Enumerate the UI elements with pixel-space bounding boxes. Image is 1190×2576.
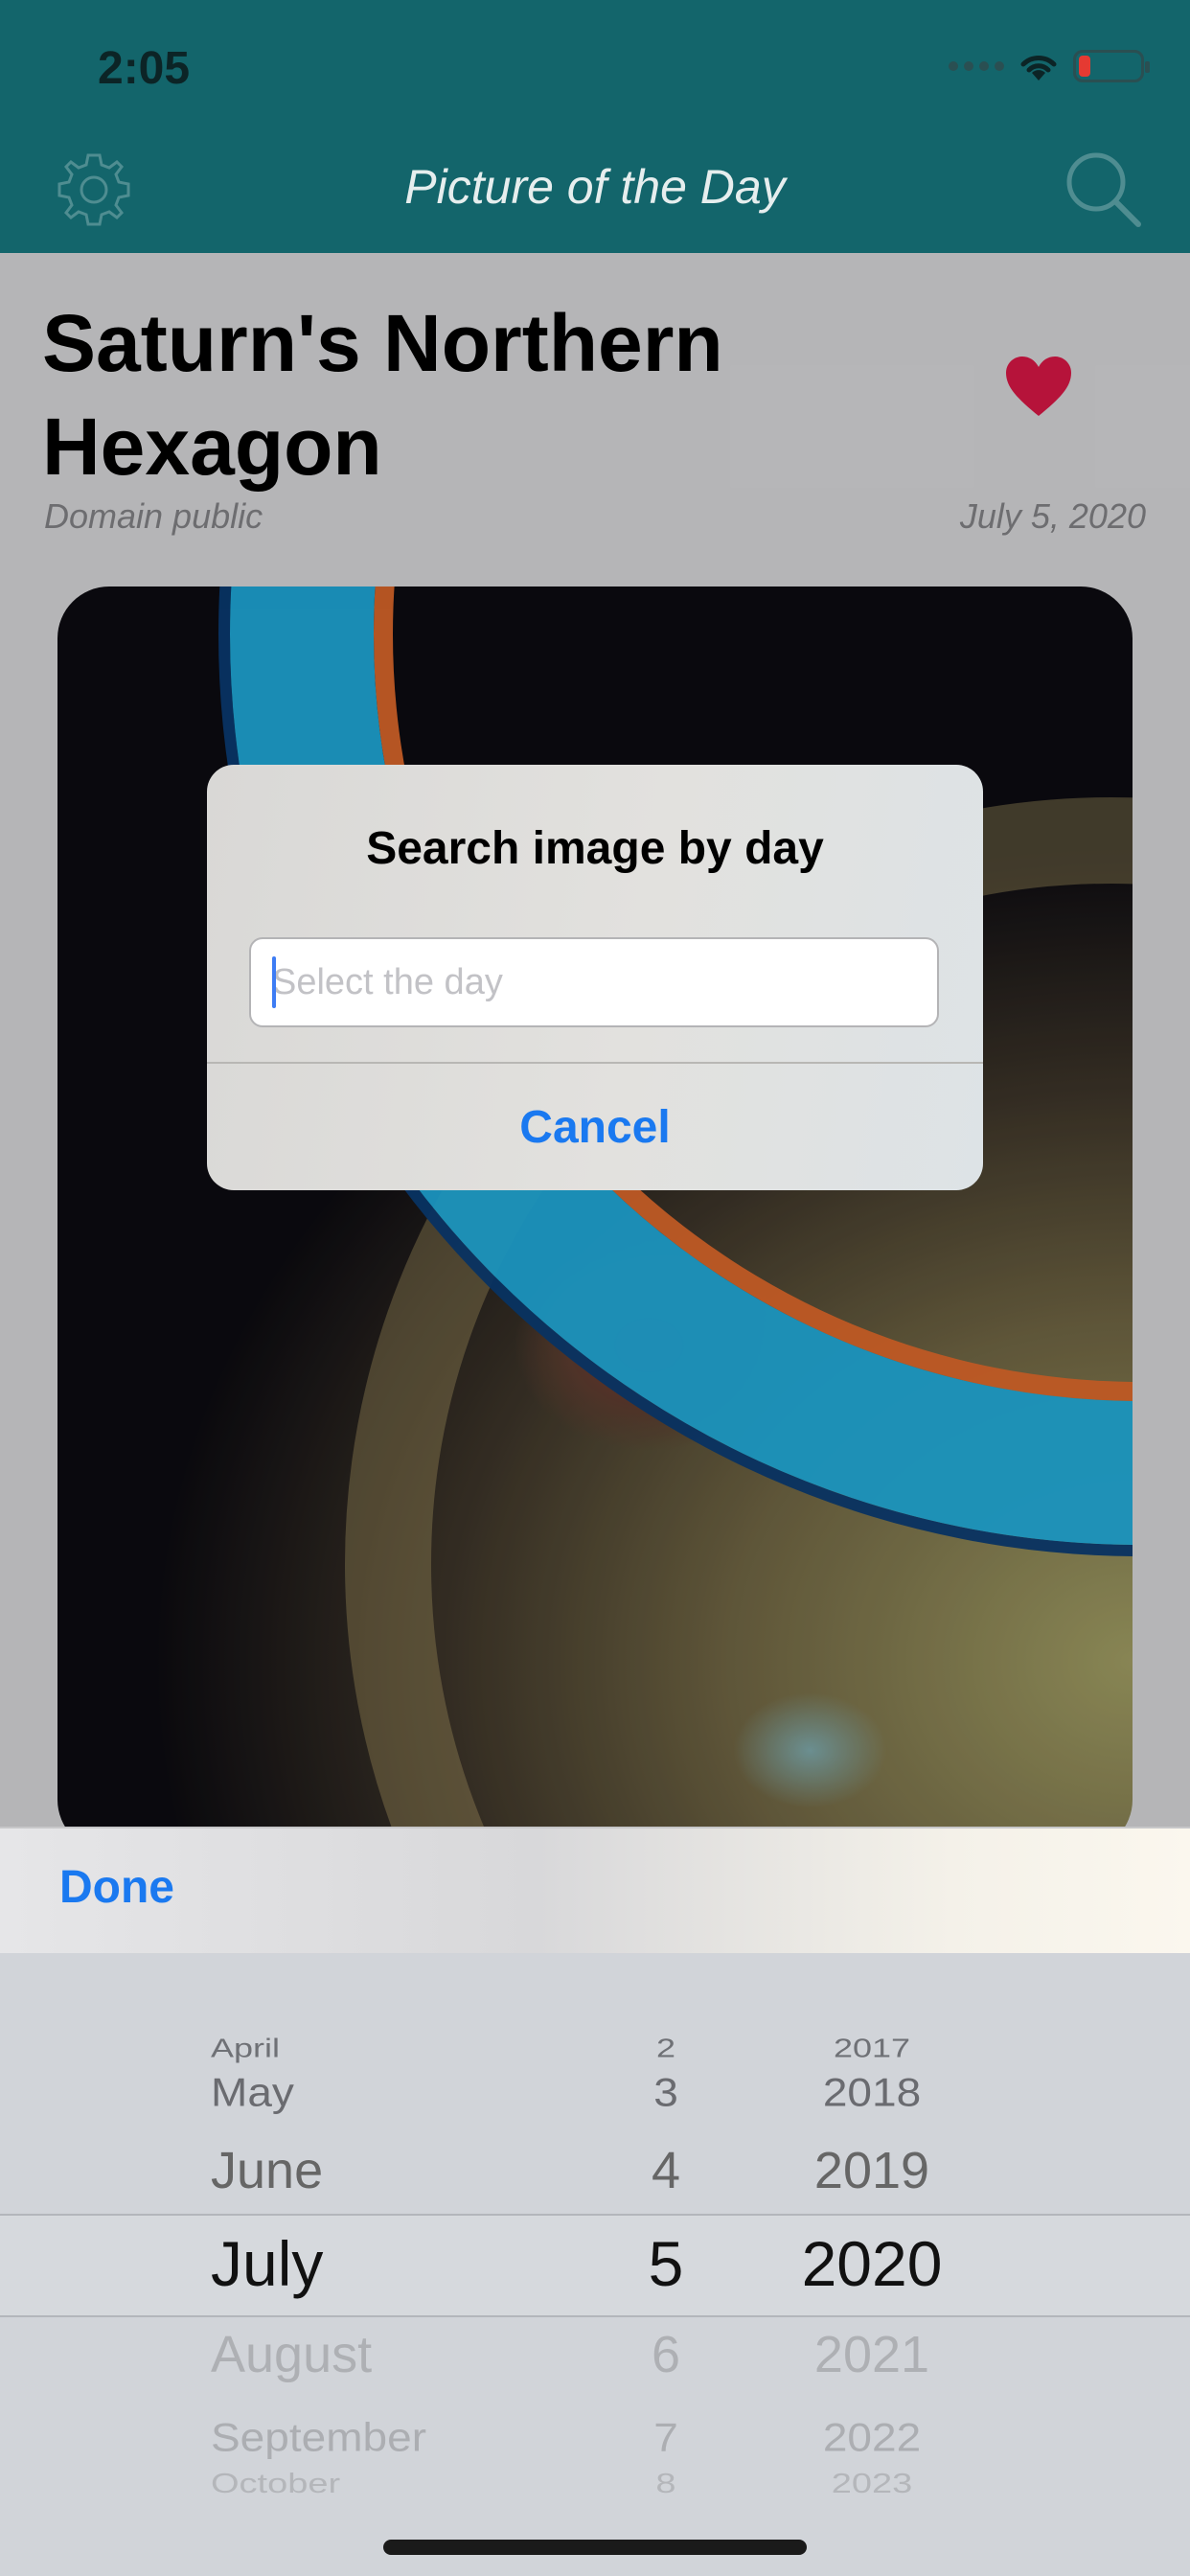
done-button[interactable]: Done — [59, 1861, 174, 1914]
picker-month-option[interactable]: May — [211, 2069, 613, 2116]
month-wheel[interactable]: April May June July August September Oct… — [211, 1953, 613, 2576]
nav-title: Picture of the Day — [404, 160, 786, 214]
day-input[interactable] — [249, 937, 939, 1027]
header-bar: 2:05 Picture of the Day — [0, 0, 1190, 253]
search-day-alert: Search image by day Cancel — [207, 765, 983, 1190]
picker-day-option[interactable]: 6 — [613, 2325, 719, 2384]
picker-month-option[interactable]: April — [211, 2033, 613, 2064]
picker-month-option[interactable]: August — [211, 2325, 613, 2384]
date-picker[interactable]: April May June July August September Oct… — [0, 1953, 1190, 2576]
battery-icon — [1073, 50, 1150, 82]
year-wheel[interactable]: 2017 2018 2019 2020 2021 2022 2023 — [786, 1953, 958, 2576]
picker-year-selected[interactable]: 2020 — [786, 2227, 958, 2300]
picker-day-option[interactable]: 3 — [613, 2069, 719, 2116]
search-icon[interactable] — [1062, 148, 1144, 230]
cellular-signal-icon — [949, 61, 1004, 71]
home-indicator[interactable] — [383, 2540, 807, 2555]
picker-day-option[interactable]: 2 — [613, 2033, 719, 2064]
picker-year-option[interactable]: 2022 — [786, 2414, 958, 2461]
text-cursor — [272, 956, 276, 1008]
picker-month-option[interactable]: October — [211, 2469, 613, 2499]
picker-year-option[interactable]: 2021 — [786, 2325, 958, 2384]
status-icons — [949, 50, 1150, 82]
picker-month-option[interactable]: September — [211, 2414, 613, 2461]
picker-toolbar: Done — [0, 1827, 1190, 1955]
picker-day-selected[interactable]: 5 — [613, 2227, 719, 2300]
picker-year-option[interactable]: 2018 — [786, 2069, 958, 2116]
picker-day-option[interactable]: 7 — [613, 2414, 719, 2461]
picker-month-selected[interactable]: July — [211, 2227, 613, 2300]
wifi-icon — [1020, 56, 1057, 80]
day-wheel[interactable]: 2 3 4 5 6 7 8 — [613, 1953, 719, 2576]
picker-day-option[interactable]: 4 — [613, 2141, 719, 2200]
picker-year-option[interactable]: 2019 — [786, 2141, 958, 2200]
picker-year-option[interactable]: 2023 — [786, 2469, 958, 2499]
picker-year-option[interactable]: 2017 — [786, 2033, 958, 2064]
picker-day-option[interactable]: 8 — [613, 2469, 719, 2499]
alert-title: Search image by day — [366, 823, 824, 874]
picker-month-option[interactable]: June — [211, 2141, 613, 2200]
cancel-button[interactable]: Cancel — [207, 1064, 983, 1190]
status-time: 2:05 — [98, 43, 191, 94]
